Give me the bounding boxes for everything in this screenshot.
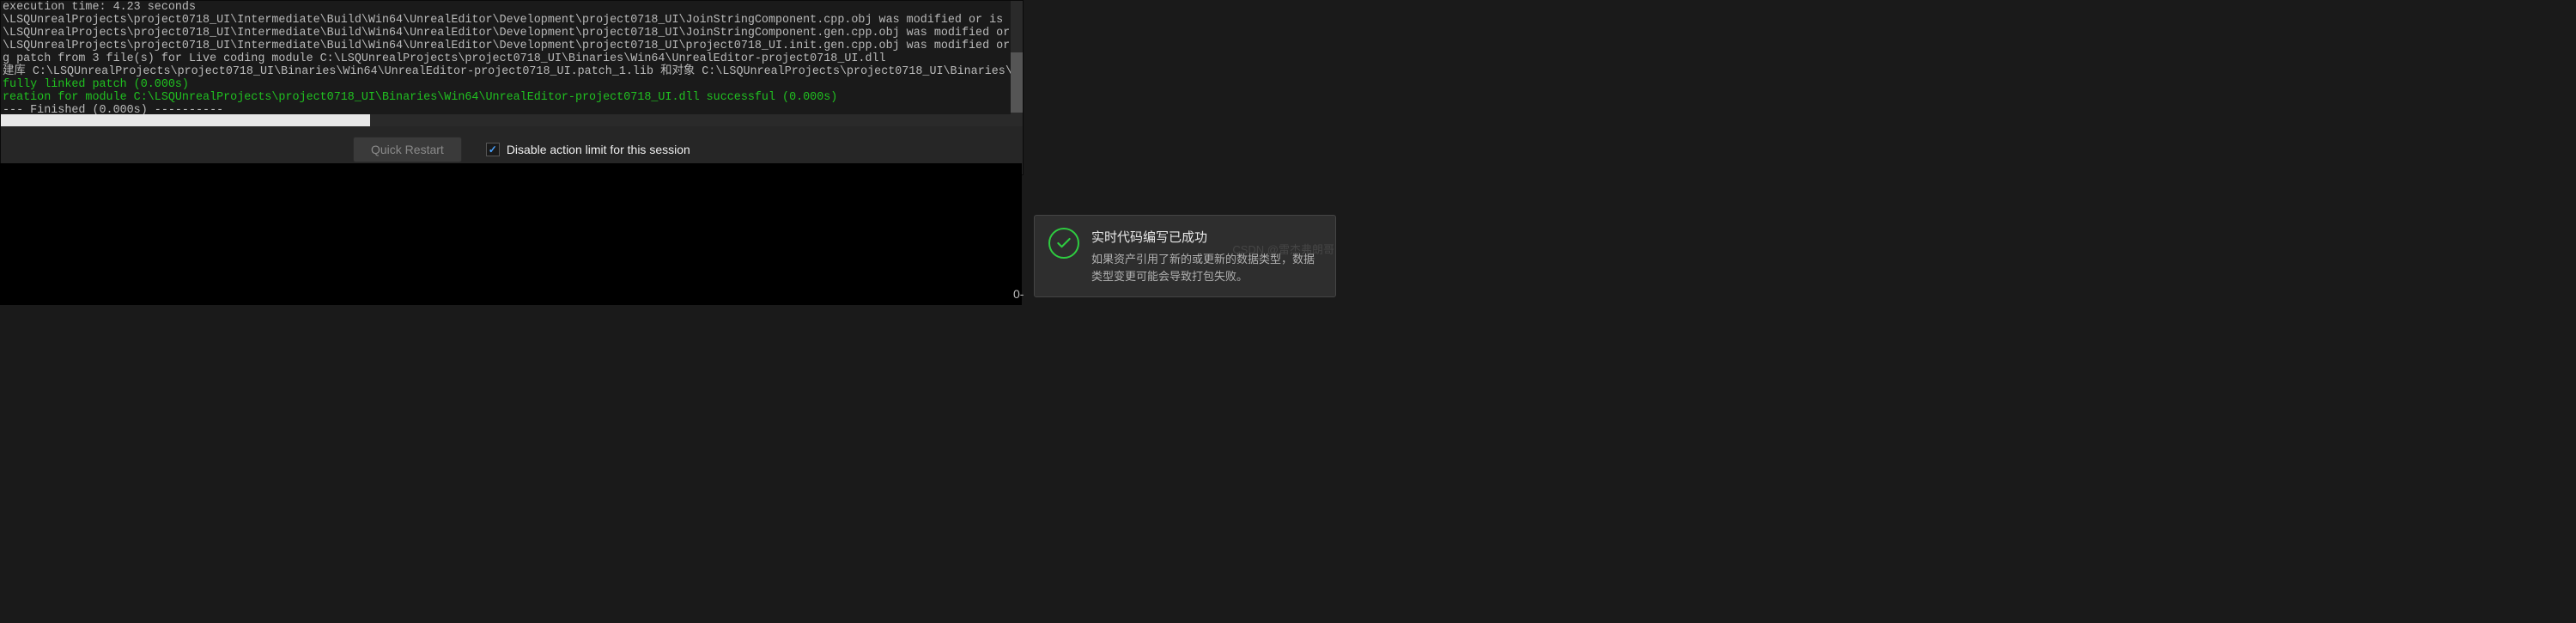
console-line: --- Finished (0.000s) ---------- (3, 104, 1021, 114)
disable-action-limit-checkbox[interactable]: ✓ (486, 143, 500, 156)
console-line: execution time: 4.23 seconds (3, 1, 1021, 14)
console-line: fully linked patch (0.000s) (3, 78, 1021, 91)
console-line: \LSQUnrealProjects\project0718_UI\Interm… (3, 14, 1021, 27)
vertical-scroll-thumb[interactable] (1011, 52, 1023, 113)
disable-action-limit-label: Disable action limit for this session (507, 143, 690, 156)
horizontal-scroll-thumb[interactable] (1, 114, 370, 126)
status-indicator: 0- (1013, 287, 1024, 301)
vertical-scrollbar[interactable] (1011, 1, 1023, 114)
disable-action-limit-checkbox-wrap[interactable]: ✓ Disable action limit for this session (486, 143, 690, 156)
horizontal-scrollbar[interactable] (1, 114, 1023, 126)
console-output[interactable]: execution time: 4.23 seconds\LSQUnrealPr… (1, 1, 1023, 114)
console-line: reation for module C:\LSQUnrealProjects\… (3, 91, 1021, 104)
quick-restart-button[interactable]: Quick Restart (353, 137, 462, 162)
console-line: \LSQUnrealProjects\project0718_UI\Interm… (3, 40, 1021, 52)
console-line: \LSQUnrealProjects\project0718_UI\Interm… (3, 27, 1021, 40)
live-coding-panel: execution time: 4.23 seconds\LSQUnrealPr… (0, 0, 1024, 175)
watermark-text: CSDN @雷杰弗朗哥 (1232, 241, 1334, 257)
viewport-dark-area (0, 163, 1022, 305)
console-line: 建库 C:\LSQUnrealProjects\project0718_UI\B… (3, 65, 1021, 78)
console-line: g patch from 3 file(s) for Live coding m… (3, 52, 1021, 65)
success-check-icon (1048, 228, 1079, 259)
